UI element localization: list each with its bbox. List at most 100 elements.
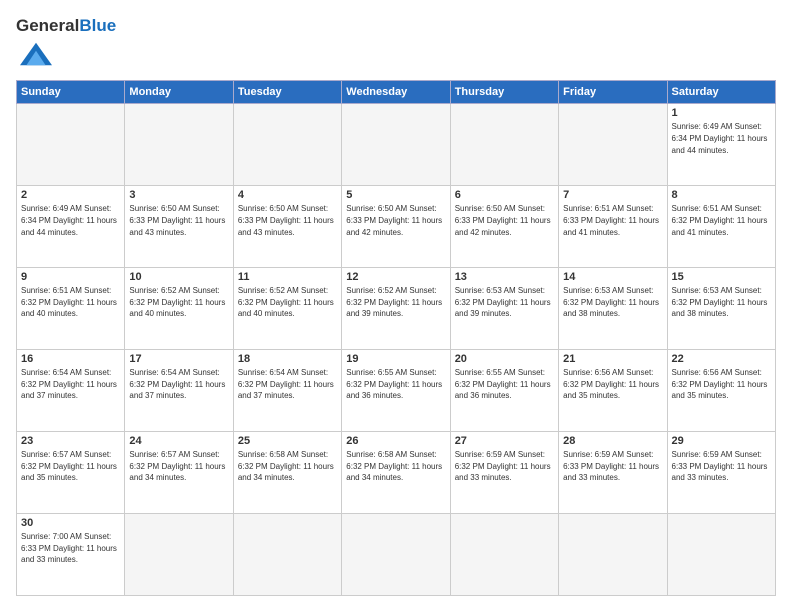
week-row-1: 1Sunrise: 6:49 AM Sunset: 6:34 PM Daylig… [17, 104, 776, 186]
calendar-cell: 26 Sunrise: 6:58 AM Sunset: 6:32 PM Dayli… [342, 432, 450, 514]
calendar-cell: 11Sunrise: 6:52 AM Sunset: 6:32 PM Dayli… [233, 268, 341, 350]
calendar-cell: 16 Sunrise: 6:54 AM Sunset: 6:32 PM Dayli… [17, 350, 125, 432]
day-number: 28 [563, 435, 662, 447]
day-info: Sunrise: 6:57 AM Sunset: 6:32 PM Dayligh… [129, 449, 228, 484]
calendar-cell: 15Sunrise: 6:53 AM Sunset: 6:32 PM Dayli… [667, 268, 775, 350]
calendar-cell: 17 Sunrise: 6:54 AM Sunset: 6:32 PM Dayli… [125, 350, 233, 432]
weekday-header-tuesday: Tuesday [233, 81, 341, 104]
day-number: 27 [455, 435, 554, 447]
calendar-cell: 27 Sunrise: 6:59 AM Sunset: 6:32 PM Dayli… [450, 432, 558, 514]
day-number: 12 [346, 271, 445, 283]
calendar-cell: 23Sunrise: 6:57 AM Sunset: 6:32 PM Dayli… [17, 432, 125, 514]
calendar-cell [559, 104, 667, 186]
day-info: Sunrise: 6:59 AM Sunset: 6:33 PM Dayligh… [672, 449, 771, 484]
weekday-header-thursday: Thursday [450, 81, 558, 104]
calendar-cell: 28Sunrise: 6:59 AM Sunset: 6:33 PM Dayli… [559, 432, 667, 514]
logo-general: General [16, 16, 79, 35]
day-number: 5 [346, 189, 445, 201]
calendar-cell: 4Sunrise: 6:50 AM Sunset: 6:33 PM Daylig… [233, 186, 341, 268]
day-info: Sunrise: 6:52 AM Sunset: 6:32 PM Dayligh… [129, 285, 228, 320]
week-row-6: 30 Sunrise: 7:00 AM Sunset: 6:33 PM Dayli… [17, 514, 776, 596]
calendar-cell [342, 104, 450, 186]
day-info: Sunrise: 6:54 AM Sunset: 6:32 PM Dayligh… [21, 367, 120, 402]
calendar-cell: 12Sunrise: 6:52 AM Sunset: 6:32 PM Dayli… [342, 268, 450, 350]
day-number: 20 [455, 353, 554, 365]
day-info: Sunrise: 6:50 AM Sunset: 6:33 PM Dayligh… [455, 203, 554, 238]
day-info: Sunrise: 6:55 AM Sunset: 6:32 PM Dayligh… [455, 367, 554, 402]
weekday-header-saturday: Saturday [667, 81, 775, 104]
calendar-cell: 18 Sunrise: 6:54 AM Sunset: 6:32 PM Dayli… [233, 350, 341, 432]
calendar-cell: 7Sunrise: 6:51 AM Sunset: 6:33 PM Daylig… [559, 186, 667, 268]
day-info: Sunrise: 6:53 AM Sunset: 6:32 PM Dayligh… [672, 285, 771, 320]
day-number: 6 [455, 189, 554, 201]
calendar-cell: 21 Sunrise: 6:56 AM Sunset: 6:32 PM Dayli… [559, 350, 667, 432]
day-number: 7 [563, 189, 662, 201]
calendar-cell [450, 104, 558, 186]
day-info: Sunrise: 6:58 AM Sunset: 6:32 PM Dayligh… [238, 449, 337, 484]
day-number: 22 [672, 353, 771, 365]
day-info: Sunrise: 6:53 AM Sunset: 6:32 PM Dayligh… [563, 285, 662, 320]
day-info: Sunrise: 6:55 AM Sunset: 6:32 PM Dayligh… [346, 367, 445, 402]
day-info: Sunrise: 6:56 AM Sunset: 6:32 PM Dayligh… [563, 367, 662, 402]
calendar-cell: 5Sunrise: 6:50 AM Sunset: 6:33 PM Daylig… [342, 186, 450, 268]
calendar-cell: 3 Sunrise: 6:50 AM Sunset: 6:33 PM Daylig… [125, 186, 233, 268]
day-info: Sunrise: 6:49 AM Sunset: 6:34 PM Dayligh… [21, 203, 120, 238]
calendar-cell [125, 104, 233, 186]
day-number: 21 [563, 353, 662, 365]
calendar-cell: 1Sunrise: 6:49 AM Sunset: 6:34 PM Daylig… [667, 104, 775, 186]
day-info: Sunrise: 6:54 AM Sunset: 6:32 PM Dayligh… [129, 367, 228, 402]
day-number: 1 [672, 107, 771, 119]
calendar-cell [450, 514, 558, 596]
calendar-cell [559, 514, 667, 596]
calendar-cell: 19Sunrise: 6:55 AM Sunset: 6:32 PM Dayli… [342, 350, 450, 432]
week-row-3: 9 Sunrise: 6:51 AM Sunset: 6:32 PM Daylig… [17, 268, 776, 350]
week-row-4: 16 Sunrise: 6:54 AM Sunset: 6:32 PM Dayli… [17, 350, 776, 432]
calendar-cell: 13 Sunrise: 6:53 AM Sunset: 6:32 PM Dayli… [450, 268, 558, 350]
calendar-cell: 30 Sunrise: 7:00 AM Sunset: 6:33 PM Dayli… [17, 514, 125, 596]
calendar-cell: 10 Sunrise: 6:52 AM Sunset: 6:32 PM Dayli… [125, 268, 233, 350]
day-number: 18 [238, 353, 337, 365]
day-number: 16 [21, 353, 120, 365]
day-number: 3 [129, 189, 228, 201]
day-info: Sunrise: 6:53 AM Sunset: 6:32 PM Dayligh… [455, 285, 554, 320]
day-number: 17 [129, 353, 228, 365]
day-number: 14 [563, 271, 662, 283]
day-info: Sunrise: 7:00 AM Sunset: 6:33 PM Dayligh… [21, 531, 120, 566]
week-row-5: 23 Sunrise: 6:57 AM Sunset: 6:32 PM Dayli… [17, 432, 776, 514]
calendar-cell [125, 514, 233, 596]
calendar-cell [233, 104, 341, 186]
logo-blue: Blue [79, 16, 116, 35]
day-info: Sunrise: 6:59 AM Sunset: 6:32 PM Dayligh… [455, 449, 554, 484]
calendar-cell: 6 Sunrise: 6:50 AM Sunset: 6:33 PM Daylig… [450, 186, 558, 268]
calendar-cell: 24Sunrise: 6:57 AM Sunset: 6:32 PM Dayli… [125, 432, 233, 514]
day-number: 30 [21, 517, 120, 529]
day-number: 10 [129, 271, 228, 283]
day-info: Sunrise: 6:54 AM Sunset: 6:32 PM Dayligh… [238, 367, 337, 402]
day-number: 11 [238, 271, 337, 283]
day-number: 13 [455, 271, 554, 283]
header: GeneralBlue [16, 16, 776, 70]
calendar-cell: 14 Sunrise: 6:53 AM Sunset: 6:32 PM Dayli… [559, 268, 667, 350]
calendar-cell: 20 Sunrise: 6:55 AM Sunset: 6:32 PM Dayli… [450, 350, 558, 432]
calendar-cell: 8 Sunrise: 6:51 AM Sunset: 6:32 PM Daylig… [667, 186, 775, 268]
weekday-header-row: SundayMondayTuesdayWednesdayThursdayFrid… [17, 81, 776, 104]
weekday-header-monday: Monday [125, 81, 233, 104]
day-number: 9 [21, 271, 120, 283]
logo-icon [20, 38, 52, 70]
calendar-cell [17, 104, 125, 186]
day-number: 23 [21, 435, 120, 447]
day-info: Sunrise: 6:56 AM Sunset: 6:32 PM Dayligh… [672, 367, 771, 402]
day-info: Sunrise: 6:58 AM Sunset: 6:32 PM Dayligh… [346, 449, 445, 484]
day-number: 26 [346, 435, 445, 447]
day-number: 29 [672, 435, 771, 447]
day-number: 8 [672, 189, 771, 201]
calendar-cell [667, 514, 775, 596]
calendar-cell: 25Sunrise: 6:58 AM Sunset: 6:32 PM Dayli… [233, 432, 341, 514]
calendar-cell: 9 Sunrise: 6:51 AM Sunset: 6:32 PM Daylig… [17, 268, 125, 350]
weekday-header-sunday: Sunday [17, 81, 125, 104]
day-info: Sunrise: 6:51 AM Sunset: 6:32 PM Dayligh… [672, 203, 771, 238]
logo: GeneralBlue [16, 16, 116, 70]
logo-text: GeneralBlue [16, 16, 116, 70]
day-info: Sunrise: 6:51 AM Sunset: 6:32 PM Dayligh… [21, 285, 120, 320]
day-info: Sunrise: 6:50 AM Sunset: 6:33 PM Dayligh… [129, 203, 228, 238]
